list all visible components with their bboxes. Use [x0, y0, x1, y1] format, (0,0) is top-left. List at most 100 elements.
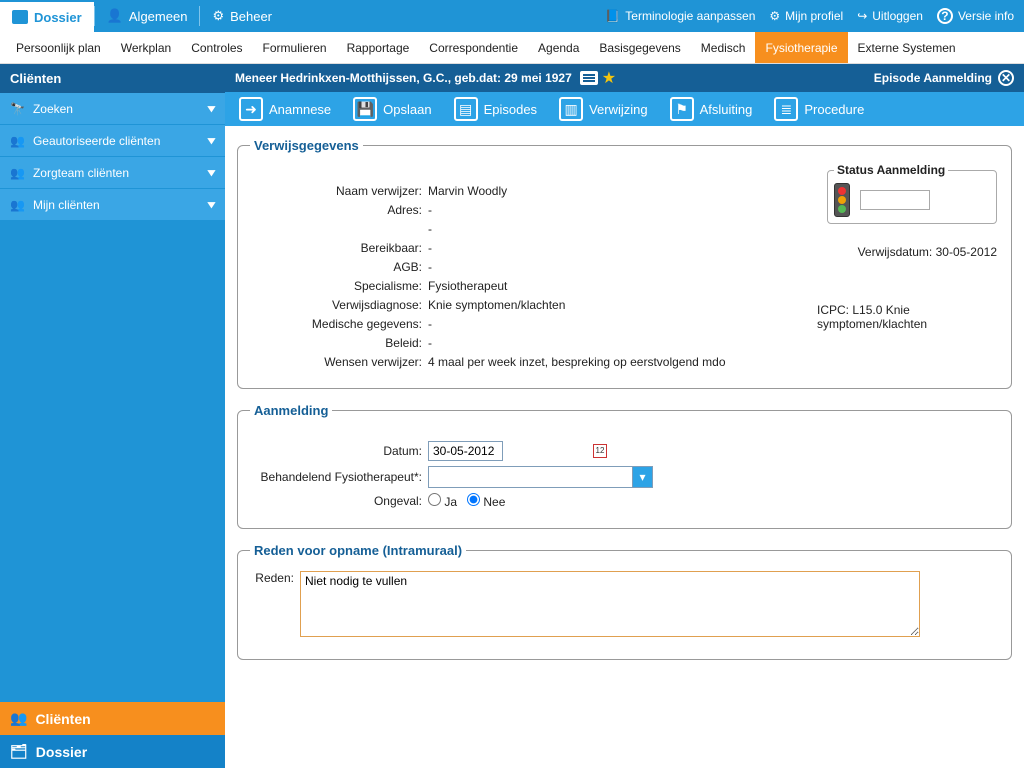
val-beleid: -	[428, 336, 999, 350]
tool-episodes[interactable]: ▤Episodes	[444, 93, 547, 125]
tool-opslaan[interactable]: 💾Opslaan	[343, 93, 441, 125]
subnav-persoonlijk-plan[interactable]: Persoonlijk plan	[6, 32, 111, 63]
gear-icon: ⚙	[212, 8, 224, 24]
tool-anamnese[interactable]: ➜Anamnese	[229, 93, 341, 125]
icpc-info: ICPC: L15.0 Knie symptomen/klachten	[817, 303, 997, 331]
top-tab-algemeen[interactable]: 👤 Algemeen	[95, 0, 200, 32]
book-icon: ▤	[454, 97, 478, 121]
subnav-correspondentie[interactable]: Correspondentie	[419, 32, 528, 63]
sidebar-item-mijn-clienten[interactable]: 👥 Mijn cliënten	[0, 189, 225, 221]
subnav-werkplan[interactable]: Werkplan	[111, 32, 181, 63]
val-agb: -	[428, 260, 999, 274]
top-tab-dossier[interactable]: Dossier	[0, 0, 94, 32]
group-legend: Reden voor opname (Intramuraal)	[250, 543, 466, 558]
status-field[interactable]	[860, 190, 930, 210]
val-specialisme: Fysiotherapeut	[428, 279, 999, 293]
subnav-formulieren[interactable]: Formulieren	[253, 32, 337, 63]
sidebar: Cliënten 🔭 Zoeken 👥 Geautoriseerde cliën…	[0, 64, 225, 768]
subnav-controles[interactable]: Controles	[181, 32, 252, 63]
link-label: Mijn profiel	[785, 9, 843, 23]
lbl-naam-verwijzer: Naam verwijzer:	[250, 184, 428, 198]
traffic-light-icon	[834, 183, 850, 217]
people-icon: 👥	[10, 134, 25, 148]
card-icon[interactable]	[580, 71, 598, 85]
people-icon: 👥	[10, 198, 25, 212]
verwijsdatum-info: Verwijsdatum: 30-05-2012	[858, 245, 997, 259]
episode-title: Episode Aanmelding	[874, 71, 992, 85]
top-tab-label: Beheer	[230, 9, 272, 24]
select-display[interactable]	[428, 466, 633, 488]
chevron-down-icon[interactable]: ▾	[633, 466, 653, 488]
aanmelding-datum-input[interactable]	[428, 441, 503, 461]
ongeval-ja-radio[interactable]	[428, 493, 441, 506]
tool-label: Procedure	[804, 102, 864, 117]
bottom-tab-label: Cliënten	[35, 711, 90, 727]
status-aanmelding-box: Status Aanmelding	[827, 163, 997, 224]
chevron-down-icon	[208, 100, 215, 117]
bottom-tab-dossier[interactable]: 🗂 Dossier	[0, 735, 225, 768]
close-icon[interactable]: ✕	[998, 70, 1014, 86]
ongeval-nee-option[interactable]: Nee	[467, 493, 505, 509]
link-terminologie[interactable]: 📘Terminologie aanpassen	[605, 9, 755, 23]
bottom-tab-clienten[interactable]: 👥 Cliënten	[0, 702, 225, 735]
link-mijn-profiel[interactable]: ⚙ Mijn profiel	[769, 9, 843, 23]
top-tab-beheer[interactable]: ⚙ Beheer	[200, 0, 284, 32]
status-legend: Status Aanmelding	[834, 163, 948, 177]
ongeval-ja-option[interactable]: Ja	[428, 493, 457, 509]
subnav-agenda[interactable]: Agenda	[528, 32, 589, 63]
lbl-agb: AGB:	[250, 260, 428, 274]
tool-procedure[interactable]: ≣ Procedure	[764, 93, 874, 125]
subnav-fysiotherapie[interactable]: Fysiotherapie	[755, 32, 847, 63]
tool-afsluiting[interactable]: ⚑Afsluiting	[660, 93, 763, 125]
lbl-medische-gegevens: Medische gegevens:	[250, 317, 428, 331]
link-uitloggen[interactable]: ↪Uitloggen	[857, 9, 923, 23]
reden-textarea[interactable]	[300, 571, 920, 637]
tool-label: Anamnese	[269, 102, 331, 117]
save-icon: 💾	[353, 97, 377, 121]
gear-icon: ⚙	[769, 9, 780, 23]
radio-label: Nee	[483, 495, 505, 509]
lbl-verwijsdiagnose: Verwijsdiagnose:	[250, 298, 428, 312]
subnav: Persoonlijk plan Werkplan Controles Form…	[0, 32, 1024, 64]
patient-bar: Meneer Hedrinkxen-Motthijssen, G.C., geb…	[225, 64, 1024, 92]
ongeval-nee-radio[interactable]	[467, 493, 480, 506]
sidebar-item-geautoriseerde[interactable]: 👥 Geautoriseerde cliënten	[0, 125, 225, 157]
note-icon: ▥	[559, 97, 583, 121]
top-tab-label: Dossier	[34, 10, 82, 25]
subnav-medisch[interactable]: Medisch	[691, 32, 756, 63]
person-icon: 👤	[107, 8, 123, 24]
icpc-label: ICPC:	[817, 303, 849, 317]
link-label: Versie info	[958, 9, 1014, 23]
lbl-reden: Reden:	[250, 571, 300, 640]
subnav-rapportage[interactable]: Rapportage	[337, 32, 420, 63]
people-icon: 👥	[10, 710, 27, 727]
calendar-icon[interactable]	[593, 444, 607, 458]
lbl-specialisme: Specialisme:	[250, 279, 428, 293]
val-wensen-verwijzer: 4 maal per week inzet, bespreking op eer…	[428, 355, 999, 369]
topbar: Dossier 👤 Algemeen ⚙ Beheer 📘Terminologi…	[0, 0, 1024, 32]
tool-verwijzing[interactable]: ▥ Verwijzing	[549, 93, 658, 125]
sidebar-item-zorgteam[interactable]: 👥 Zorgteam cliënten	[0, 157, 225, 189]
list-icon: ≣	[774, 97, 798, 121]
main: Meneer Hedrinkxen-Motthijssen, G.C., geb…	[225, 64, 1024, 768]
group-reden-opname: Reden voor opname (Intramuraal) Reden:	[237, 543, 1012, 660]
help-icon: ?	[937, 8, 953, 24]
lbl-ongeval: Ongeval:	[250, 494, 428, 508]
tool-label: Verwijzing	[589, 102, 648, 117]
top-tab-label: Algemeen	[129, 9, 188, 24]
behandelend-fysio-select[interactable]: ▾	[428, 466, 999, 488]
lbl-aanm-datum: Datum:	[250, 444, 428, 458]
star-icon[interactable]: ★	[602, 68, 616, 88]
tool-label: Afsluiting	[700, 102, 753, 117]
people-icon: 👥	[10, 166, 25, 180]
card-icon	[12, 10, 28, 24]
group-verwijsgegevens: Verwijsgegevens Status Aanmelding Verwi	[237, 138, 1012, 389]
sidebar-item-zoeken[interactable]: 🔭 Zoeken	[0, 93, 225, 125]
subnav-basisgegevens[interactable]: Basisgegevens	[589, 32, 690, 63]
lbl-bereikbaar: Bereikbaar:	[250, 241, 428, 255]
verwijsdatum-label: Verwijsdatum:	[858, 245, 933, 259]
group-aanmelding: Aanmelding Datum: Behandelend Fysiothera…	[237, 403, 1012, 529]
val-adres2: -	[428, 222, 999, 236]
link-versie-info[interactable]: ? Versie info	[937, 8, 1014, 24]
subnav-externe-systemen[interactable]: Externe Systemen	[848, 32, 966, 63]
